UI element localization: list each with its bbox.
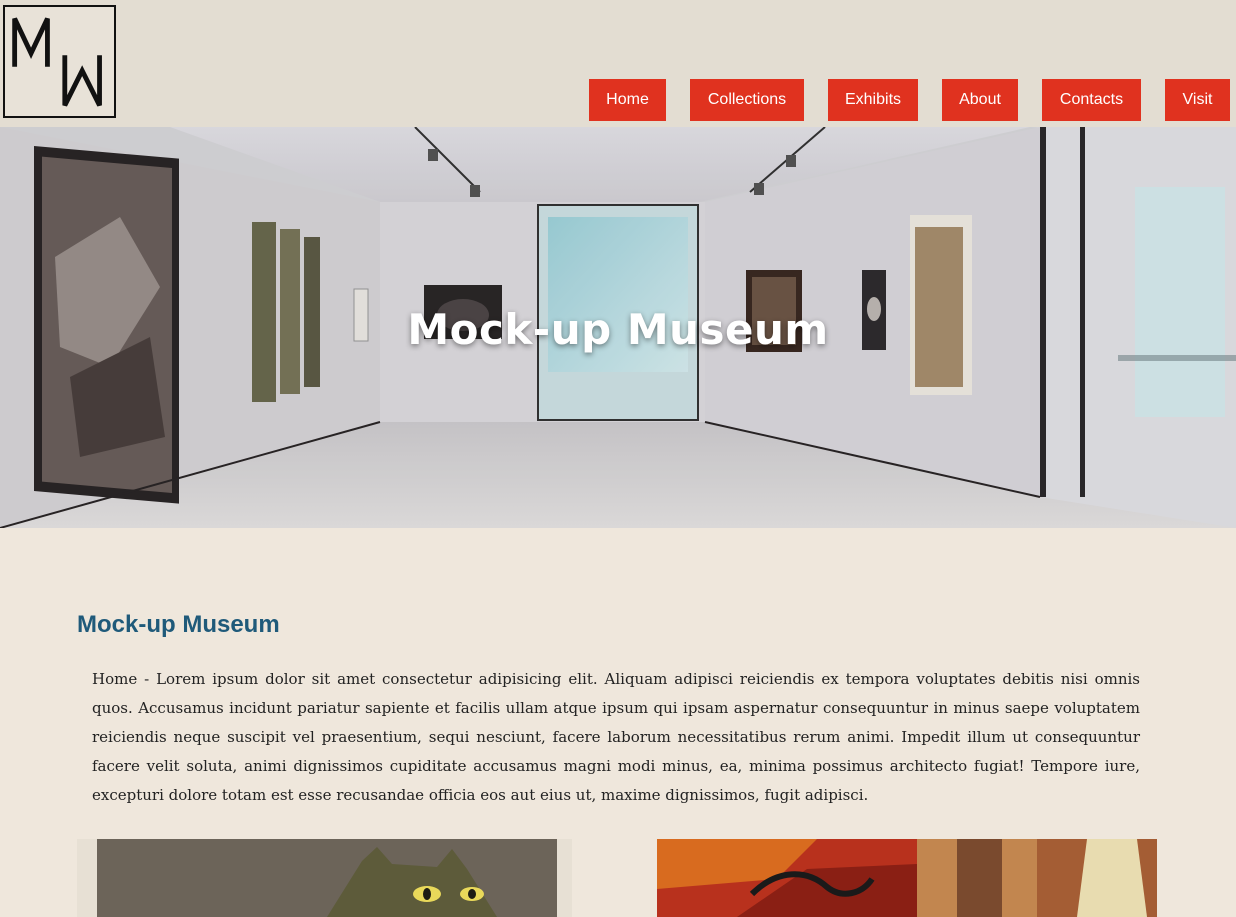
hero-title: Mock-up Museum: [407, 305, 829, 354]
nav-visit-button[interactable]: Visit: [1165, 79, 1230, 121]
intro-paragraph: Home - Lorem ipsum dolor sit amet consec…: [92, 670, 1140, 804]
nav-contacts-button[interactable]: Contacts: [1042, 79, 1141, 121]
collection-thumbnail-painting[interactable]: [657, 839, 1157, 917]
page-title: Mock-up Museum: [77, 611, 280, 638]
cat-painting-image: [77, 839, 572, 917]
nav-collections-button[interactable]: Collections: [690, 79, 804, 121]
collection-thumbnail-cat[interactable]: [77, 839, 572, 917]
site-header: Home Collections Exhibits About Contacts…: [0, 0, 1236, 127]
hero-banner: Mock-up Museum: [0, 127, 1236, 528]
nav-about-button[interactable]: About: [942, 79, 1018, 121]
nav-home-button[interactable]: Home: [589, 79, 666, 121]
tahitian-painting-image: [657, 839, 1157, 917]
nav-exhibits-button[interactable]: Exhibits: [828, 79, 918, 121]
main-nav: Home Collections Exhibits About Contacts…: [0, 79, 1236, 121]
